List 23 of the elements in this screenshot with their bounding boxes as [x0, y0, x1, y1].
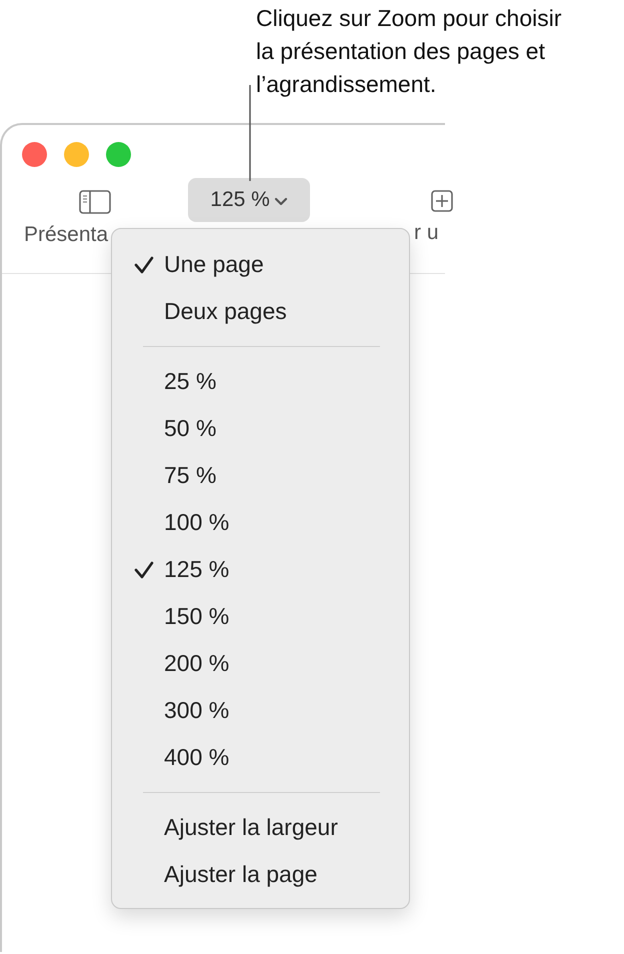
sidebar-icon — [79, 190, 111, 214]
toolbar-label[interactable]: r u — [414, 221, 445, 245]
callout-text: Cliquez sur Zoom pour choisir la présentation des pages et l’agrandissement. — [256, 4, 563, 99]
menu-item[interactable]: Deux pages — [164, 298, 287, 325]
toolbar-label[interactable]: Présenta — [24, 223, 114, 247]
menu-item[interactable]: 300 % — [164, 697, 230, 724]
menu-item[interactable]: 25 % — [164, 368, 216, 395]
zoom-button[interactable]: 125 % — [188, 178, 310, 222]
menu-item[interactable]: 75 % — [164, 462, 216, 489]
menu-item[interactable]: Ajuster la page — [164, 861, 318, 888]
menu-item[interactable]: 400 % — [164, 744, 230, 771]
menu-item[interactable]: 100 % — [164, 509, 230, 536]
menu-item[interactable]: 125 % — [164, 556, 230, 583]
close-button[interactable] — [22, 142, 47, 167]
zoom-window-button[interactable] — [106, 142, 131, 167]
menu-item[interactable]: 50 % — [164, 415, 216, 442]
minimize-button[interactable] — [64, 142, 89, 167]
menu-item[interactable]: 150 % — [164, 603, 230, 630]
add-icon — [431, 190, 453, 212]
menu-item[interactable]: Ajuster la largeur — [164, 814, 338, 841]
menu-item[interactable]: Une page — [164, 251, 264, 278]
chevron-icon — [274, 196, 288, 206]
menu-item[interactable]: 200 % — [164, 650, 230, 677]
